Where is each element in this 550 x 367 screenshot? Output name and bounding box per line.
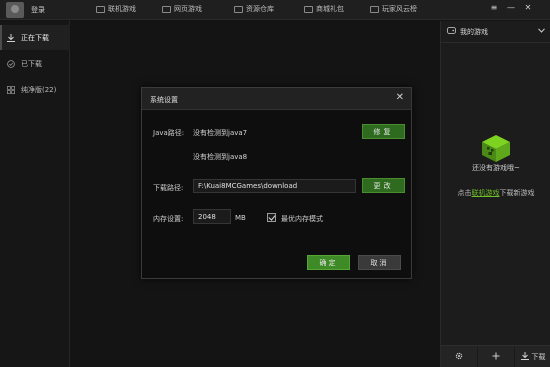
sidebar-item-label: 已下载 [21, 59, 42, 68]
cup-icon [370, 5, 379, 13]
ok-button[interactable]: 确定 [307, 255, 350, 270]
close-icon[interactable]: ✕ [523, 3, 533, 13]
sidebar-item-pure-version[interactable]: 纯净版(22) [0, 77, 70, 102]
my-games-header: 我的游戏 [441, 21, 550, 43]
nav-web-games[interactable]: 网页游戏 [162, 4, 202, 14]
sidebar-item-downloaded[interactable]: 已下载 [0, 51, 70, 76]
empty-games-hint: 点击联机游戏下载新游戏 [441, 188, 550, 198]
chevron-down-icon[interactable] [538, 27, 545, 35]
java-path-label: Java路径: [153, 129, 185, 137]
java7-status: 没有检测到java7 [193, 129, 248, 137]
add-game-button[interactable] [478, 346, 515, 367]
nav-store-gifts[interactable]: 商城礼包 [304, 4, 344, 14]
java8-status: 没有检测到java8 [193, 153, 248, 161]
repair-button[interactable]: 修复 [362, 124, 405, 139]
my-games-title: 我的游戏 [460, 27, 488, 36]
menu-icon[interactable]: ≡ [489, 3, 499, 13]
window-controls: ≡ — ✕ [489, 3, 533, 13]
nav-player-ranking[interactable]: 玩家风云榜 [370, 4, 417, 14]
gear-icon [455, 352, 463, 362]
gamepad-icon [96, 5, 105, 13]
empty-games-icon [480, 133, 512, 163]
optimal-memory-checkbox[interactable] [267, 213, 276, 222]
memory-input[interactable]: 2048 [193, 209, 231, 224]
my-games-footer: 下载 [441, 345, 550, 367]
change-path-button[interactable]: 更改 [362, 178, 405, 193]
avatar[interactable] [6, 2, 24, 18]
cancel-button[interactable]: 取消 [358, 255, 401, 270]
download-label: 下载 [531, 352, 546, 361]
optimal-memory-label: 最优内存模式 [281, 215, 323, 223]
nav-resource-warehouse[interactable]: 资源仓库 [234, 4, 274, 14]
close-icon[interactable]: ✕ [396, 92, 404, 104]
box-icon [234, 5, 243, 13]
nav-label: 联机游戏 [108, 5, 136, 13]
dialog-title: 系统设置 [150, 96, 178, 104]
download-path-input[interactable]: F:\Kuai8MCGames\download [193, 179, 356, 193]
nav-label: 网页游戏 [174, 5, 202, 13]
system-settings-dialog: 系统设置 ✕ Java路径: 没有检测到java7 没有检测到java8 修复 … [141, 87, 412, 279]
sidebar-item-label: 正在下载 [21, 33, 49, 42]
check-circle-icon [7, 59, 15, 68]
download-icon [520, 351, 529, 362]
monitor-icon [162, 5, 171, 13]
plus-icon [492, 352, 500, 362]
nav-label: 资源仓库 [246, 5, 274, 13]
download-icon [7, 33, 15, 42]
nav-label: 商城礼包 [316, 5, 344, 13]
gift-icon [304, 5, 313, 13]
nav-label: 玩家风云榜 [382, 5, 417, 13]
hint-suffix: 下载新游戏 [499, 189, 535, 197]
dialog-header: 系统设置 ✕ [142, 88, 411, 110]
minimize-icon[interactable]: — [506, 3, 516, 13]
sidebar-item-label: 纯净版(22) [21, 85, 57, 94]
my-games-panel: 我的游戏 还没有游戏哦~ 点击联机游戏下载新游戏 下载 [440, 21, 550, 367]
login-link[interactable]: 登录 [31, 5, 45, 15]
nav-online-games[interactable]: 联机游戏 [96, 4, 136, 14]
memory-unit: MB [235, 214, 246, 222]
memory-label: 内存设置: [153, 215, 184, 223]
top-bar: 登录 联机游戏 网页游戏 资源仓库 商城礼包 玩家风云榜 ≡ — ✕ [0, 0, 550, 20]
sidebar: 正在下载 已下载 纯净版(22) [0, 21, 70, 367]
hint-prefix: 点击 [457, 189, 472, 197]
gamepad-icon [447, 27, 456, 36]
download-path-label: 下载路径: [153, 184, 184, 192]
sidebar-item-downloading[interactable]: 正在下载 [0, 25, 70, 50]
download-button[interactable]: 下载 [515, 346, 550, 367]
grid-icon [7, 85, 15, 94]
online-games-link[interactable]: 联机游戏 [472, 189, 500, 197]
settings-button[interactable] [441, 346, 478, 367]
empty-games-text: 还没有游戏哦~ [472, 164, 520, 172]
